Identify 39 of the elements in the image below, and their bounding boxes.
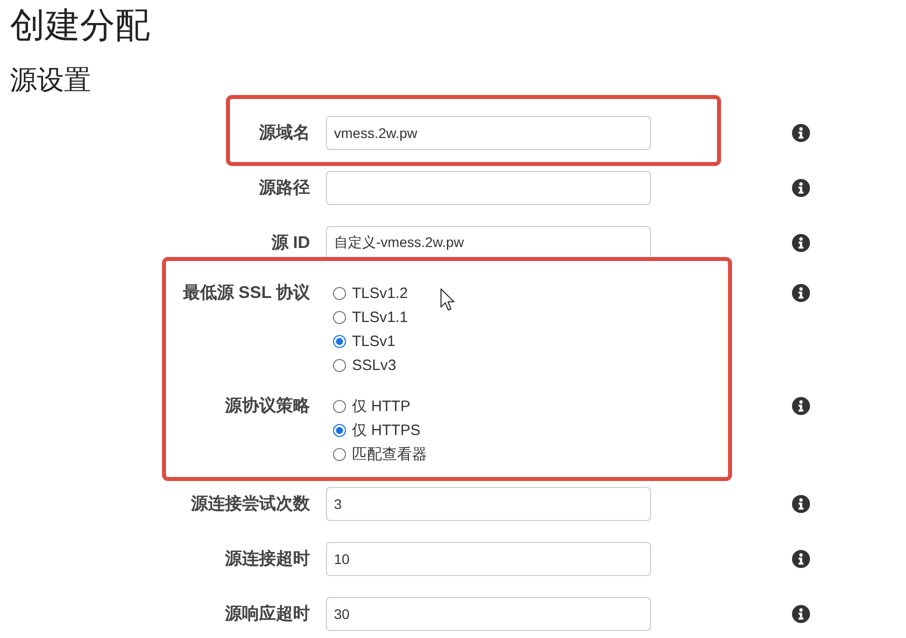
option-label[interactable]: TLSv1.1 <box>352 308 408 326</box>
info-icon[interactable] <box>792 284 810 302</box>
section-title: 源设置 <box>10 64 91 97</box>
field-label: 源路径 <box>259 177 310 199</box>
radio-button[interactable] <box>333 358 346 372</box>
info-icon[interactable] <box>792 605 810 623</box>
info-icon[interactable] <box>792 234 810 252</box>
radio-button[interactable] <box>333 424 346 436</box>
field-label: 源连接尝试次数 <box>191 493 310 515</box>
option-label[interactable]: TLSv1.2 <box>352 284 408 302</box>
radio-button[interactable] <box>333 400 346 412</box>
mouse-pointer-icon <box>440 288 456 312</box>
field-label: 最低源 SSL 协议 <box>182 282 310 304</box>
info-icon[interactable] <box>792 124 810 142</box>
page-title: 创建分配 <box>10 5 150 47</box>
field-label: 源协议策略 <box>225 395 310 417</box>
field-label: 源域名 <box>259 122 310 144</box>
info-icon[interactable] <box>792 550 810 568</box>
field-label: 源响应超时 <box>225 603 310 625</box>
radio-button[interactable] <box>333 310 346 324</box>
option-label[interactable]: SSLv3 <box>352 356 396 374</box>
info-icon[interactable] <box>792 397 810 415</box>
info-icon[interactable] <box>792 495 810 513</box>
option-label[interactable]: 仅 HTTPS <box>352 420 420 440</box>
field-label: 源连接超时 <box>225 548 310 570</box>
text-input[interactable]: 30 <box>326 597 651 631</box>
text-input[interactable]: 自定义-vmess.2w.pw <box>326 226 651 260</box>
field-label: 源 ID <box>271 232 310 254</box>
text-input[interactable]: 3 <box>326 487 651 521</box>
option-label[interactable]: 仅 HTTP <box>352 396 410 416</box>
option-label[interactable]: TLSv1 <box>352 332 396 350</box>
info-icon[interactable] <box>792 179 810 197</box>
radio-button[interactable] <box>333 334 346 348</box>
radio-button[interactable] <box>333 286 346 300</box>
text-input[interactable] <box>326 171 651 205</box>
radio-button[interactable] <box>333 448 346 460</box>
text-input[interactable]: vmess.2w.pw <box>326 116 651 150</box>
text-input[interactable]: 10 <box>326 542 651 576</box>
option-label[interactable]: 匹配查看器 <box>352 444 427 464</box>
